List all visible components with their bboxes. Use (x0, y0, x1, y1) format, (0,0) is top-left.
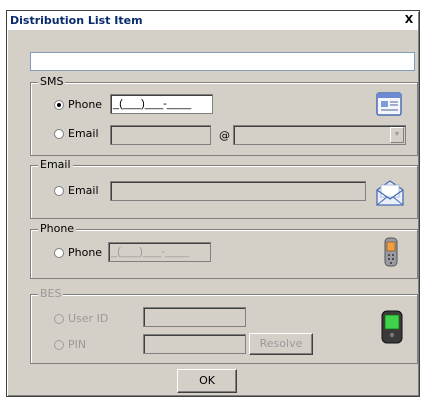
phone-radio[interactable]: Phone (54, 247, 102, 259)
dialog-title: Distribution List Item (10, 14, 143, 27)
sms-phone-radio[interactable]: Phone (54, 99, 102, 111)
at-sign: @ (219, 129, 230, 142)
contact-card-icon (376, 91, 404, 122)
mobile-phone-icon (383, 236, 399, 271)
email-radio[interactable]: Email (54, 185, 99, 197)
envelope-icon (374, 178, 406, 211)
radio-dot[interactable] (54, 186, 64, 196)
list-item-name-input[interactable] (30, 52, 415, 71)
resolve-button[interactable]: Resolve (249, 333, 313, 355)
email-group-legend: Email (38, 158, 73, 172)
blackberry-device-icon (380, 309, 404, 348)
email-address-input[interactable] (110, 181, 366, 201)
sms-phone-input[interactable]: _(___)___-____ (110, 94, 213, 114)
close-icon[interactable]: X (402, 14, 416, 27)
bes-userid-radio[interactable]: User ID (54, 313, 108, 325)
sms-group-legend: SMS (38, 75, 66, 89)
radio-dot[interactable] (54, 340, 64, 350)
bes-userid-input[interactable] (143, 307, 246, 327)
sms-email-radio[interactable]: Email (54, 128, 99, 140)
bes-group-legend: BES (38, 287, 64, 301)
radio-selected-dot[interactable] (54, 100, 64, 110)
phone-number-input[interactable]: _(___)___-____ (108, 242, 211, 262)
email-label: Email (68, 184, 99, 197)
sms-phone-label: Phone (68, 98, 103, 111)
ok-button[interactable]: OK (177, 369, 237, 393)
phone-group-legend: Phone (38, 222, 77, 236)
bes-userid-label: User ID (68, 312, 109, 325)
bes-pin-radio[interactable]: PIN (54, 339, 86, 351)
bes-pin-input[interactable] (143, 334, 246, 354)
sms-email-user-input[interactable] (110, 125, 211, 145)
phone-label: Phone (68, 246, 103, 259)
sms-email-label: Email (68, 127, 99, 140)
bes-pin-label: PIN (68, 338, 87, 351)
sms-email-domain-select[interactable]: ▼ (233, 125, 406, 145)
radio-dot[interactable] (54, 129, 64, 139)
radio-dot[interactable] (54, 248, 64, 258)
title-bar: Distribution List Item X (8, 12, 418, 30)
radio-dot[interactable] (54, 314, 64, 324)
chevron-down-icon[interactable]: ▼ (390, 127, 404, 143)
